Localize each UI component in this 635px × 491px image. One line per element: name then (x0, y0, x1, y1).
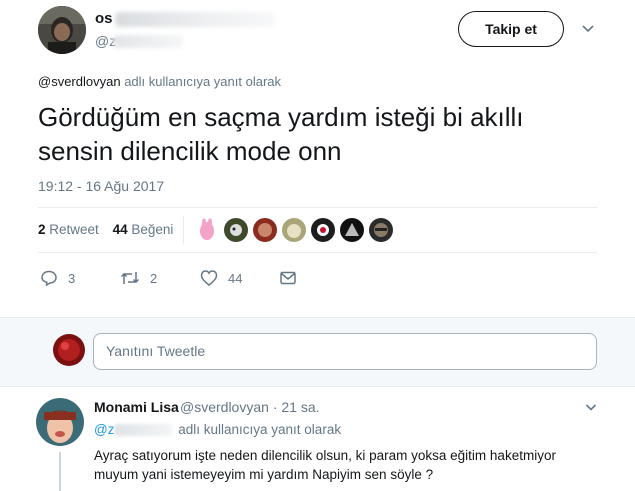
handle-redacted (114, 424, 173, 437)
divider (38, 252, 597, 253)
reply-time[interactable]: 21 sa. (281, 399, 319, 415)
liker-avatar[interactable] (340, 218, 364, 242)
author-avatar[interactable] (38, 6, 86, 54)
heart-icon (200, 270, 218, 286)
retweet-action[interactable]: 2 (120, 269, 157, 287)
divider (38, 207, 597, 208)
liker-avatar[interactable] (224, 218, 248, 242)
tweet-timestamp[interactable]: 19:12 - 16 Ağu 2017 (38, 178, 164, 194)
reply-author-name[interactable]: Monami Lisa (94, 399, 179, 415)
liker-avatar[interactable] (195, 218, 219, 242)
like-count: 44 (228, 270, 243, 286)
author-name-redacted (115, 12, 275, 27)
thread-line (59, 452, 61, 491)
chevron-down-icon[interactable] (584, 400, 598, 414)
reply-input[interactable]: Yanıtını Tweetle (93, 333, 597, 370)
reply-text: Ayraç satıyorum işte neden dilencilik ol… (94, 448, 556, 482)
author-name[interactable]: os (95, 10, 113, 27)
reply-meta: @sverdlovyan · 21 sa. (180, 399, 320, 415)
reply-count: 3 (68, 270, 76, 286)
reply-icon (41, 270, 57, 287)
retweet-icon (120, 272, 140, 284)
like-action[interactable]: 44 (200, 269, 242, 287)
meta-separator: · (272, 399, 278, 415)
reply-context: @z adlı kullanıcıya yanıt olarak (94, 422, 341, 437)
retweet-count: 2 (150, 270, 158, 286)
liker-avatar[interactable] (253, 218, 277, 242)
reply-author-avatar[interactable] (36, 398, 84, 446)
tweet-text: Gördüğüm en saçma yardım isteği bi akıll… (38, 102, 524, 166)
reply-context-suffix: adlı kullanıcıya yanıt olarak (178, 422, 342, 437)
reply-context-suffix: adlı kullanıcıya yanıt olarak (124, 74, 282, 89)
reply-action[interactable]: 3 (40, 269, 75, 287)
follow-button[interactable]: Takip et (458, 11, 564, 47)
stats-separator (183, 216, 184, 244)
author-handle-redacted (113, 35, 183, 48)
liker-avatar[interactable] (369, 218, 393, 242)
current-user-avatar (53, 334, 85, 366)
dm-action[interactable] (279, 269, 297, 287)
reply-context: @sverdlovyan adlı kullanıcıya yanıt olar… (38, 74, 281, 89)
liker-avatar[interactable] (282, 218, 306, 242)
reply-context-handle[interactable]: @sverdlovyan (38, 74, 121, 89)
liker-avatar[interactable] (311, 218, 335, 242)
reply-author-handle[interactable]: @sverdlovyan (180, 399, 269, 415)
like-stat[interactable]: 44 Beğeni (113, 222, 174, 237)
envelope-icon (280, 271, 296, 285)
tweet-stats: 2 Retweet 44 Beğeni (38, 222, 173, 237)
reply-context-handle[interactable]: @z (94, 422, 114, 437)
retweet-stat[interactable]: 2 Retweet (38, 222, 99, 237)
chevron-down-icon[interactable] (580, 20, 596, 36)
